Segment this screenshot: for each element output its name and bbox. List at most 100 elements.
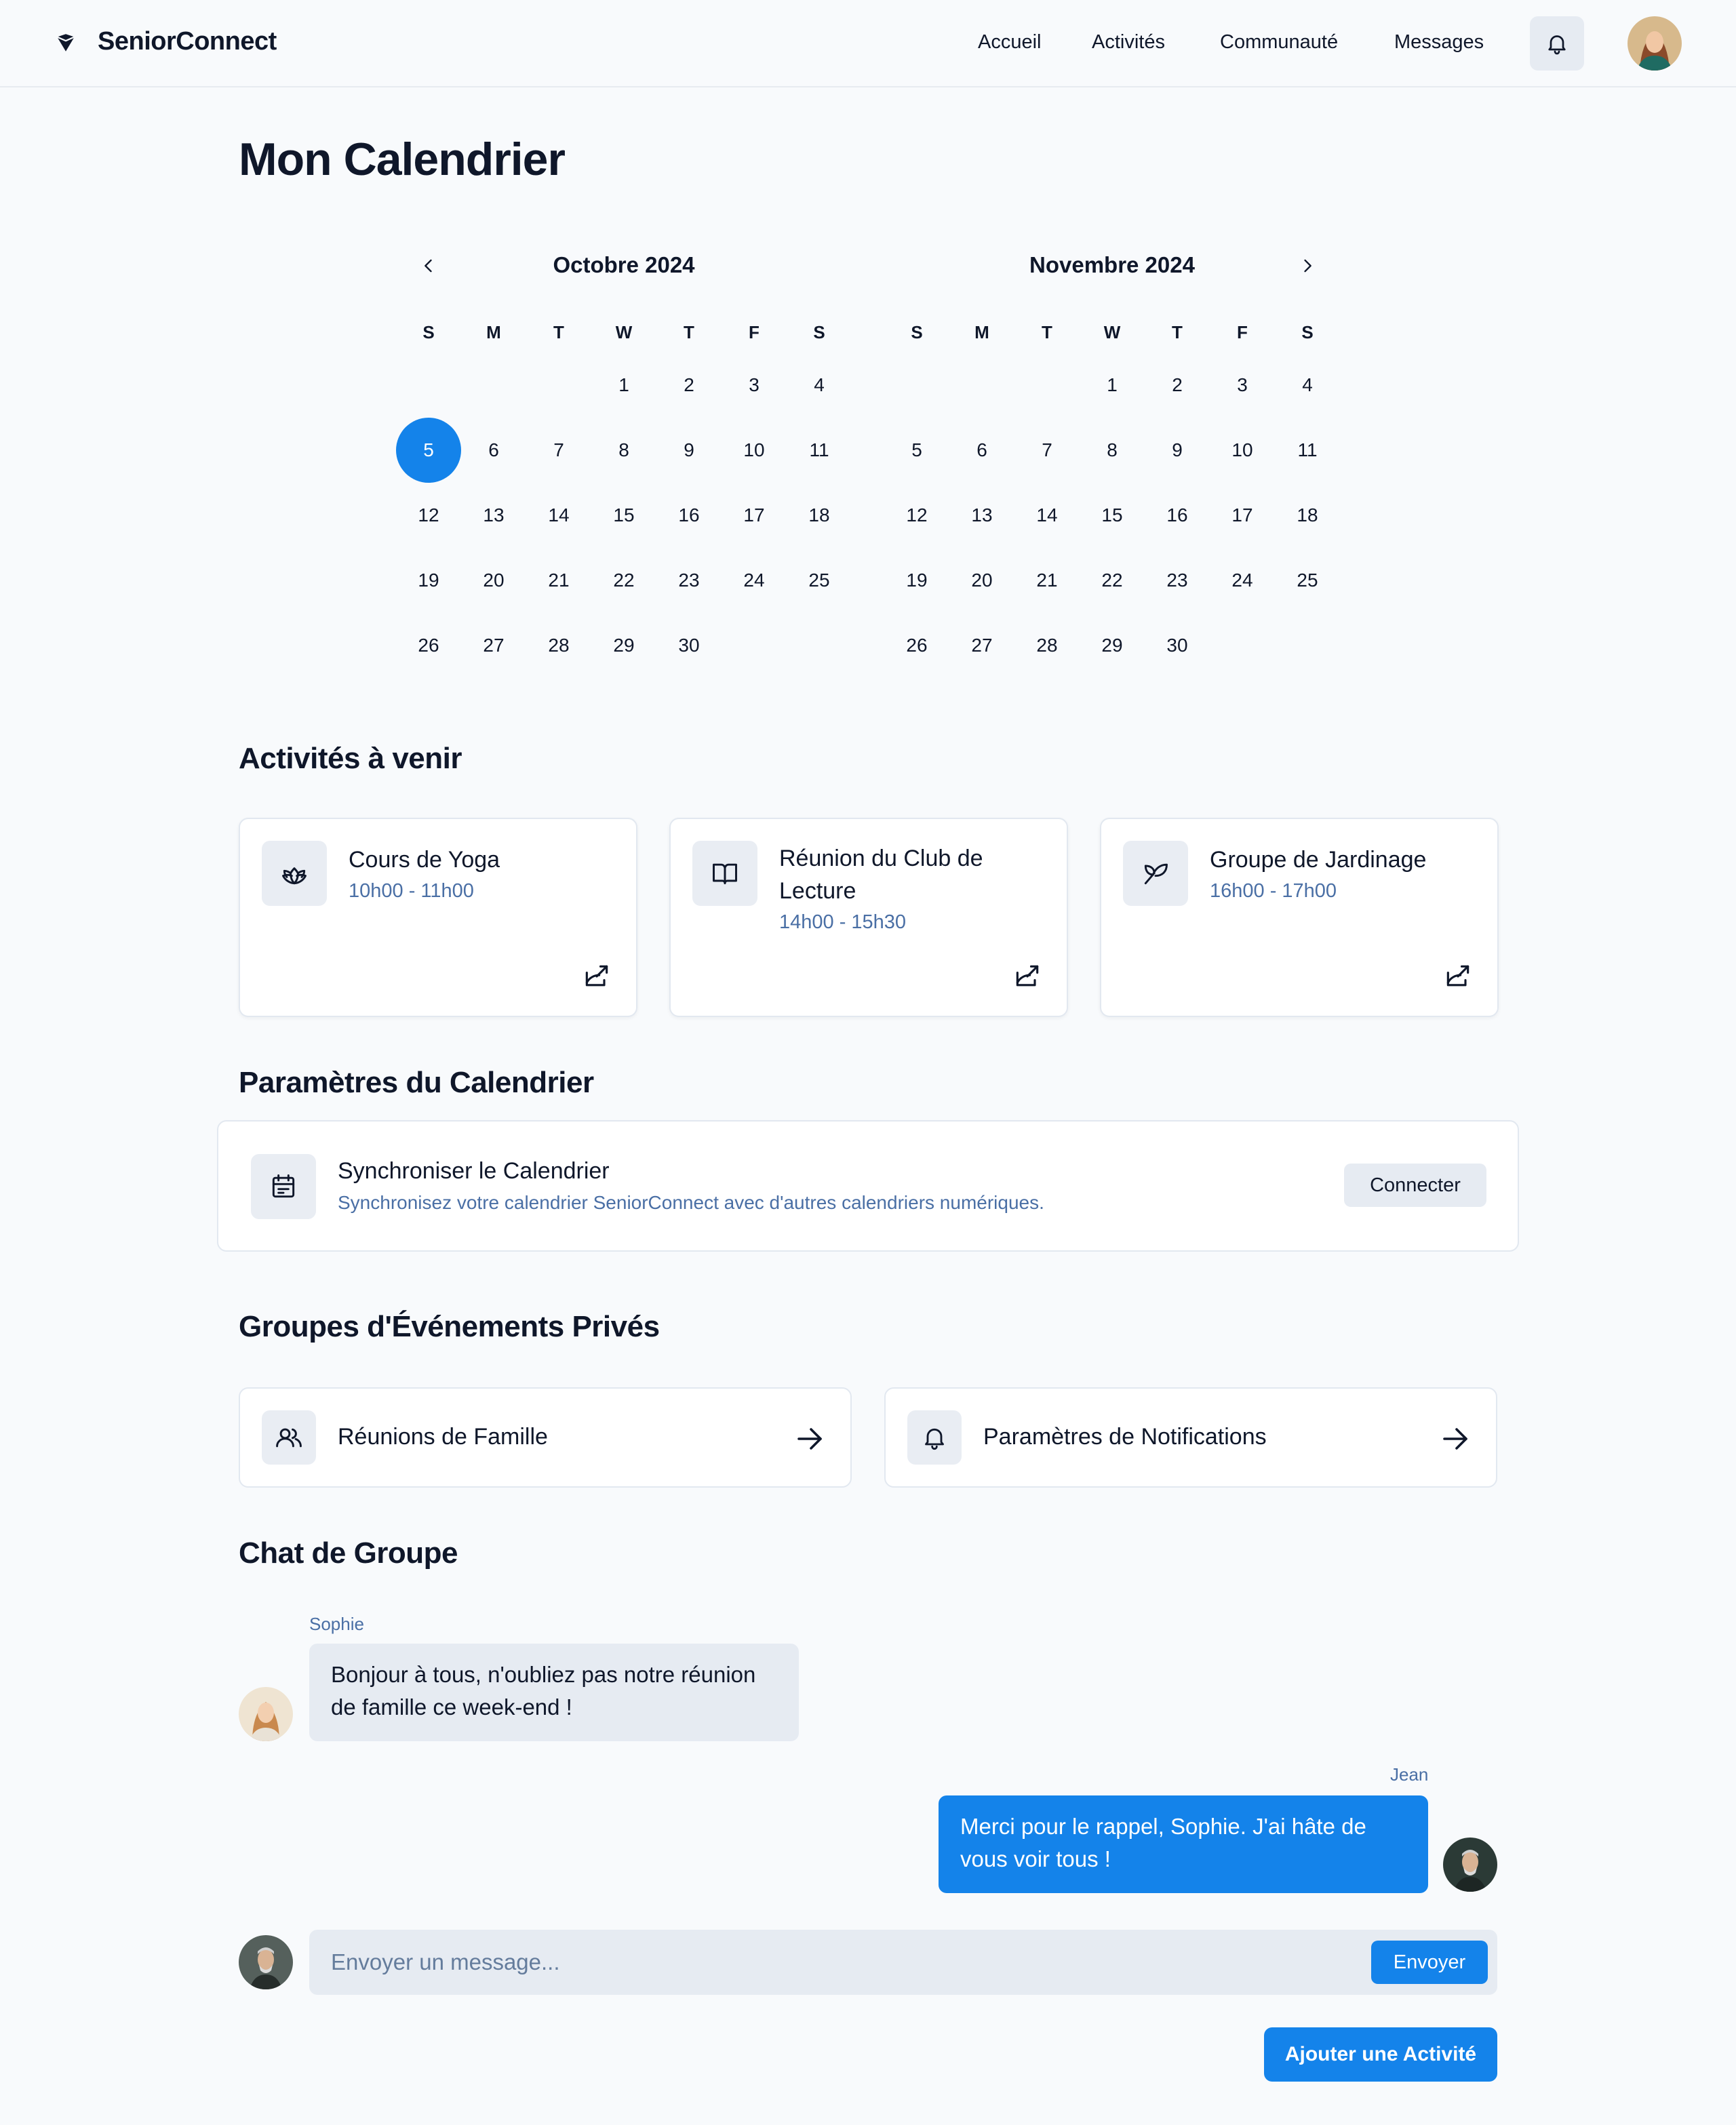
nav-messages[interactable]: Messages	[1394, 31, 1484, 54]
calendar-day[interactable]: 29	[1080, 613, 1145, 678]
calendar-day[interactable]: 8	[591, 418, 656, 483]
calendar-day[interactable]: 20	[949, 548, 1014, 613]
connect-button[interactable]: Connecter	[1344, 1164, 1486, 1207]
calendar-day[interactable]: 19	[884, 548, 949, 613]
calendar-day[interactable]: 26	[884, 613, 949, 678]
calendar-day[interactable]: 18	[787, 483, 852, 548]
calendar-day[interactable]: 15	[1080, 483, 1145, 548]
calendar-day[interactable]: 17	[1210, 483, 1275, 548]
calendar-day[interactable]: 11	[1275, 418, 1340, 483]
calendar-day[interactable]: 16	[1145, 483, 1210, 548]
calendar-day[interactable]: 5	[884, 418, 949, 483]
calendar-day[interactable]: 28	[526, 613, 591, 678]
activity-card[interactable]: Réunion du Club de Lecture 14h00 - 15h30	[669, 818, 1068, 1017]
calendar-day[interactable]: 22	[1080, 548, 1145, 613]
group-family-meetings[interactable]: Réunions de Famille	[239, 1387, 852, 1488]
calendar-day[interactable]: 25	[1275, 548, 1340, 613]
calendar-day[interactable]: 25	[787, 548, 852, 613]
week-row: 26 27 28 29 30	[396, 613, 852, 678]
calendar-day[interactable]: 22	[591, 548, 656, 613]
calendar-day[interactable]: 13	[949, 483, 1014, 548]
share-icon[interactable]	[1012, 961, 1042, 991]
weekday-label: S	[911, 322, 923, 342]
calendar-day[interactable]: 27	[949, 613, 1014, 678]
share-icon[interactable]	[1443, 961, 1473, 991]
calendar-day[interactable]: 7	[1014, 418, 1080, 483]
calendar-day[interactable]: 10	[722, 418, 787, 483]
calendar-day[interactable]: 11	[787, 418, 852, 483]
weekday-label: M	[974, 322, 989, 342]
weekday-label: T	[553, 322, 564, 342]
chat-heading: Chat de Groupe	[239, 1536, 458, 1570]
calendar-day-selected[interactable]: 5	[396, 418, 461, 483]
calendar-day[interactable]: 16	[656, 483, 722, 548]
calendar-day[interactable]: 17	[722, 483, 787, 548]
send-button[interactable]: Envoyer	[1371, 1941, 1488, 1984]
calendar-day[interactable]: 23	[1145, 548, 1210, 613]
calendar-day[interactable]: 4	[1275, 353, 1340, 418]
calendar-day[interactable]: 1	[591, 353, 656, 418]
activity-title: Réunion du Club de Lecture	[779, 846, 983, 904]
lotus-icon	[282, 867, 307, 885]
calendar-day[interactable]: 28	[1014, 613, 1080, 678]
calendar-day[interactable]: 7	[526, 418, 591, 483]
calendar-day[interactable]: 21	[1014, 548, 1080, 613]
activity-time: 16h00 - 17h00	[1210, 880, 1337, 902]
calendar-day[interactable]: 15	[591, 483, 656, 548]
calendar-day[interactable]: 3	[722, 353, 787, 418]
message-input[interactable]	[309, 1930, 1497, 1995]
jean-avatar	[1443, 1838, 1497, 1892]
users-icon	[276, 1428, 302, 1448]
calendar-day[interactable]: 12	[884, 483, 949, 548]
prev-month-button[interactable]	[415, 252, 442, 279]
calendar-day[interactable]: 29	[591, 613, 656, 678]
brand-name[interactable]: SeniorConnect	[98, 27, 277, 56]
calendar-day[interactable]: 27	[461, 613, 526, 678]
calendar-day[interactable]: 23	[656, 548, 722, 613]
notifications-button[interactable]	[1530, 16, 1584, 71]
calendar-day[interactable]: 2	[656, 353, 722, 418]
chevron-left-icon	[425, 259, 432, 273]
nav-communaute[interactable]: Communauté	[1220, 31, 1338, 54]
nav-activites[interactable]: Activités	[1092, 31, 1165, 54]
activity-card[interactable]: Cours de Yoga 10h00 - 11h00	[239, 818, 637, 1017]
calendar-day[interactable]: 14	[526, 483, 591, 548]
calendar-day[interactable]: 4	[787, 353, 852, 418]
weekday-label: W	[1103, 322, 1121, 342]
calendar-day[interactable]: 12	[396, 483, 461, 548]
calendar-day[interactable]: 18	[1275, 483, 1340, 548]
calendar-day[interactable]: 24	[722, 548, 787, 613]
next-month-button[interactable]	[1294, 252, 1321, 279]
group-notification-settings[interactable]: Paramètres de Notifications	[884, 1387, 1497, 1488]
calendar-day[interactable]: 14	[1014, 483, 1080, 548]
calendar-day[interactable]: 26	[396, 613, 461, 678]
calendar-day[interactable]: 24	[1210, 548, 1275, 613]
activity-card[interactable]: Groupe de Jardinage 16h00 - 17h00	[1100, 818, 1499, 1017]
group-label: Réunions de Famille	[338, 1424, 548, 1450]
weekday-label: S	[422, 322, 435, 342]
week-row: 1234	[396, 353, 852, 418]
calendar-day[interactable]: 20	[461, 548, 526, 613]
message-bubble-incoming: Bonjour à tous, n'oubliez pas notre réun…	[309, 1644, 799, 1741]
add-activity-button[interactable]: Ajouter une Activité	[1264, 2027, 1497, 2082]
calendar-day[interactable]: 21	[526, 548, 591, 613]
calendar-day[interactable]: 1	[1080, 353, 1145, 418]
sprout-icon	[1144, 863, 1168, 885]
calendar-day[interactable]: 13	[461, 483, 526, 548]
nav-accueil[interactable]: Accueil	[978, 31, 1042, 54]
calendar-day[interactable]: 9	[656, 418, 722, 483]
calendar-day[interactable]: 6	[461, 418, 526, 483]
calendar-day[interactable]: 3	[1210, 353, 1275, 418]
share-icon[interactable]	[582, 961, 612, 991]
calendar-day[interactable]: 9	[1145, 418, 1210, 483]
activity-time: 14h00 - 15h30	[779, 911, 907, 933]
calendar-day[interactable]: 30	[1145, 613, 1210, 678]
calendar-day[interactable]: 30	[656, 613, 722, 678]
calendar-day[interactable]: 10	[1210, 418, 1275, 483]
user-avatar[interactable]	[1628, 16, 1682, 71]
calendar-day[interactable]: 19	[396, 548, 461, 613]
sync-title: Synchroniser le Calendrier	[338, 1158, 610, 1184]
calendar-day[interactable]: 2	[1145, 353, 1210, 418]
calendar-day[interactable]: 8	[1080, 418, 1145, 483]
calendar-day[interactable]: 6	[949, 418, 1014, 483]
